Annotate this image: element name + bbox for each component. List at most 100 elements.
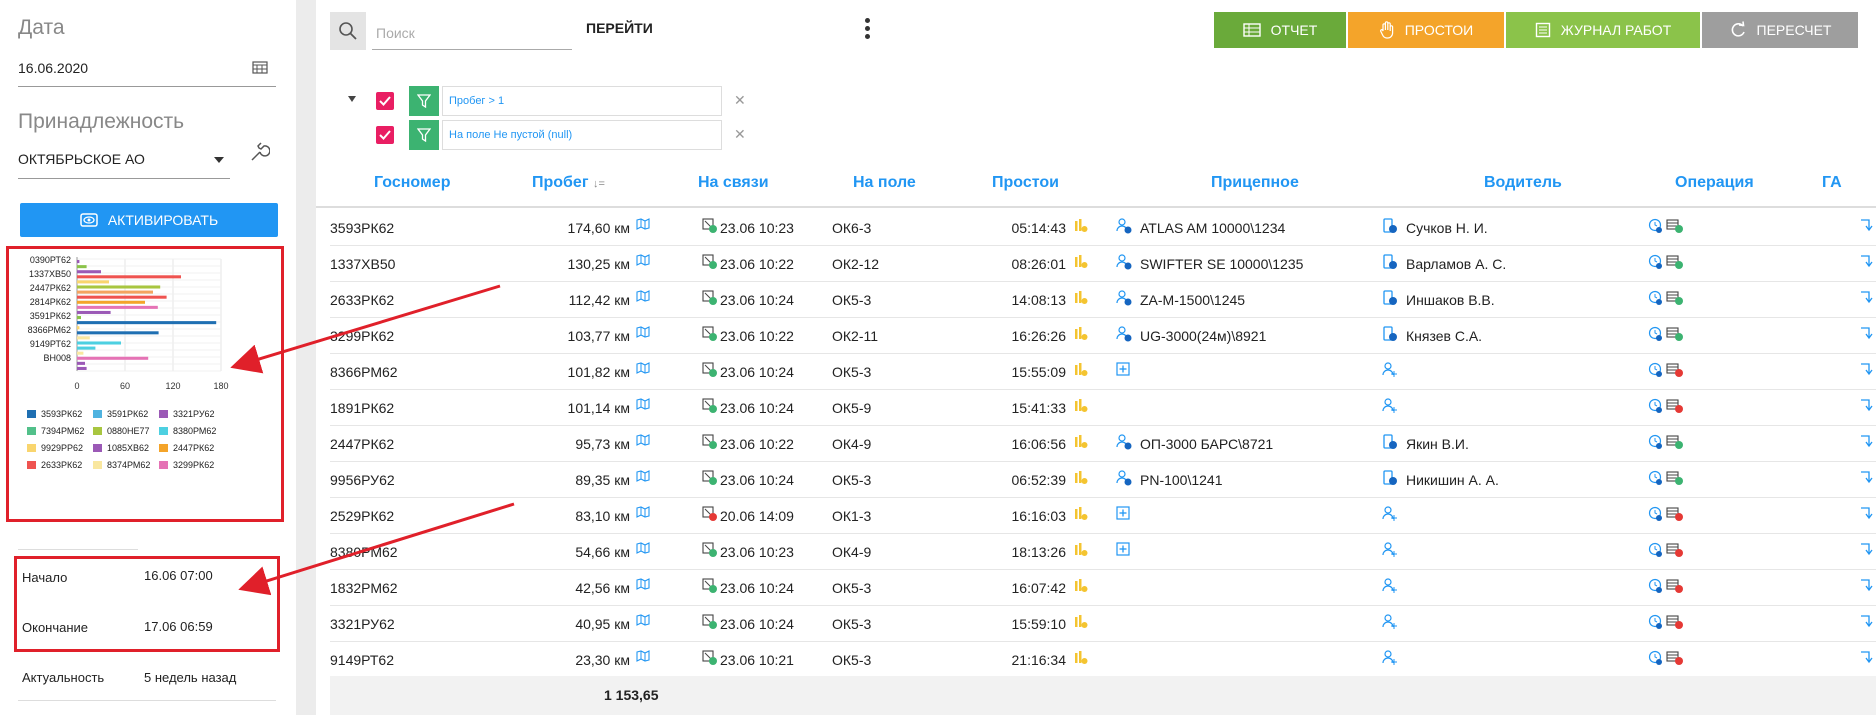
map-icon[interactable] xyxy=(636,254,650,266)
chart-legend-swatch[interactable] xyxy=(27,444,36,452)
trailer-user-icon[interactable] xyxy=(1116,254,1132,270)
plate-cell[interactable]: 3593РК62 xyxy=(330,220,394,236)
filter-expression-1[interactable]: Пробег > 1 xyxy=(442,86,722,116)
operation-status-icon[interactable] xyxy=(1666,506,1684,522)
chart-bar[interactable] xyxy=(77,361,85,365)
operation-status-icon[interactable] xyxy=(1666,398,1684,414)
ga-arrow-icon[interactable] xyxy=(1860,398,1874,412)
col-mileage[interactable]: Пробег ↓= xyxy=(532,174,605,192)
chart-legend-swatch[interactable] xyxy=(93,410,102,418)
add-trailer-icon[interactable] xyxy=(1116,362,1130,376)
table-row[interactable]: 3593РК62 174,60 км 23.06 10:23 ОК6-3 05:14:4… xyxy=(330,210,1876,246)
col-operation[interactable]: Операция xyxy=(1675,174,1754,192)
owner-select[interactable]: ОКТЯБРЬСКОЕ АО xyxy=(18,151,145,167)
col-trailer[interactable]: Прицепное xyxy=(1211,174,1299,192)
map-icon[interactable] xyxy=(636,398,650,410)
trailer-user-icon[interactable] xyxy=(1116,470,1132,486)
plate-cell[interactable]: 2447РК62 xyxy=(330,436,394,452)
map-icon[interactable] xyxy=(636,542,650,554)
col-ga[interactable]: ГА xyxy=(1822,174,1842,192)
table-row[interactable]: 2529РК62 83,10 км 20.06 14:09 ОК1-3 16:16:03 xyxy=(330,498,1876,534)
chart-bar[interactable] xyxy=(77,326,80,330)
idle-chart-icon[interactable] xyxy=(1074,470,1088,486)
recalc-button[interactable]: ПЕРЕСЧЕТ xyxy=(1702,12,1858,48)
table-row[interactable]: 1832РМ62 42,56 км 23.06 10:24 ОК5-3 16:07:42 xyxy=(330,570,1876,606)
chart-bar[interactable] xyxy=(77,331,159,335)
chart-bar[interactable] xyxy=(77,321,217,325)
chart-legend-label[interactable]: 2447РК62 xyxy=(173,443,214,453)
operation-status-icon[interactable] xyxy=(1666,470,1684,486)
col-plate[interactable]: Госномер xyxy=(374,174,450,192)
table-row[interactable]: 8366РМ62 101,82 км 23.06 10:24 ОК5-3 15:55:0… xyxy=(330,354,1876,390)
chart-legend-label[interactable]: 8374РМ62 xyxy=(107,460,150,470)
ga-arrow-icon[interactable] xyxy=(1860,506,1874,520)
operation-history-icon[interactable] xyxy=(1648,254,1664,270)
table-row[interactable]: 3299РК62 103,77 км 23.06 10:22 ОК2-11 16:26:… xyxy=(330,318,1876,354)
driver-phone-icon[interactable] xyxy=(1382,326,1398,342)
map-icon[interactable] xyxy=(636,362,650,374)
driver-phone-icon[interactable] xyxy=(1382,290,1398,306)
operation-history-icon[interactable] xyxy=(1648,362,1664,378)
chart-bar[interactable] xyxy=(77,336,90,340)
chart-legend-label[interactable]: 1085ХВ62 xyxy=(107,443,149,453)
operation-history-icon[interactable] xyxy=(1648,290,1664,306)
add-driver-icon[interactable] xyxy=(1382,398,1398,414)
plate-cell[interactable]: 2529РК62 xyxy=(330,508,394,524)
col-field[interactable]: На поле xyxy=(853,174,916,192)
idle-chart-icon[interactable] xyxy=(1074,506,1088,522)
chart-bar[interactable] xyxy=(77,275,181,279)
chart-legend-swatch[interactable] xyxy=(159,461,168,469)
close-icon[interactable]: ✕ xyxy=(734,92,746,109)
operation-status-icon[interactable] xyxy=(1666,650,1684,666)
chart-bar[interactable] xyxy=(77,270,101,274)
operation-history-icon[interactable] xyxy=(1648,218,1664,234)
operation-history-icon[interactable] xyxy=(1648,434,1664,450)
add-driver-icon[interactable] xyxy=(1382,614,1398,630)
add-driver-icon[interactable] xyxy=(1382,362,1398,378)
operation-history-icon[interactable] xyxy=(1648,326,1664,342)
chart-legend-swatch[interactable] xyxy=(159,427,168,435)
map-icon[interactable] xyxy=(636,650,650,662)
trailer-user-icon[interactable] xyxy=(1116,434,1132,450)
chart-bar[interactable] xyxy=(77,305,158,309)
chart-bar[interactable] xyxy=(77,310,111,314)
table-row[interactable]: 2447РК62 95,73 км 23.06 10:22 ОК4-9 16:06:56… xyxy=(330,426,1876,462)
chart-bar[interactable] xyxy=(77,280,109,284)
activate-button[interactable]: АКТИВИРОВАТЬ xyxy=(20,203,278,237)
col-online[interactable]: На связи xyxy=(698,174,769,192)
chart-legend-swatch[interactable] xyxy=(159,410,168,418)
chevron-down-icon[interactable] xyxy=(214,157,224,163)
ga-arrow-icon[interactable] xyxy=(1860,326,1874,340)
collapse-filters-icon[interactable] xyxy=(348,96,356,102)
add-trailer-icon[interactable] xyxy=(1116,542,1130,556)
idle-chart-icon[interactable] xyxy=(1074,434,1088,450)
plate-cell[interactable]: 9149РТ62 xyxy=(330,652,394,668)
chart-bar[interactable] xyxy=(77,316,81,320)
ga-arrow-icon[interactable] xyxy=(1860,650,1874,664)
chart-legend-label[interactable]: 3299РК62 xyxy=(173,460,214,470)
add-driver-icon[interactable] xyxy=(1382,542,1398,558)
operation-status-icon[interactable] xyxy=(1666,326,1684,342)
filter-checkbox-2[interactable] xyxy=(376,126,394,144)
table-row[interactable]: 1891РК62 101,14 км 23.06 10:24 ОК5-9 15:41:3… xyxy=(330,390,1876,426)
map-icon[interactable] xyxy=(636,218,650,230)
chart-bar[interactable] xyxy=(77,366,87,370)
plate-cell[interactable]: 9956РУ62 xyxy=(330,472,395,488)
operation-history-icon[interactable] xyxy=(1648,650,1664,666)
plate-cell[interactable]: 1337ХВ50 xyxy=(330,256,395,272)
idle-chart-icon[interactable] xyxy=(1074,398,1088,414)
ga-arrow-icon[interactable] xyxy=(1860,362,1874,376)
add-driver-icon[interactable] xyxy=(1382,578,1398,594)
chart-bar[interactable] xyxy=(77,351,84,355)
idle-chart-icon[interactable] xyxy=(1074,578,1088,594)
trailer-user-icon[interactable] xyxy=(1116,326,1132,342)
chart-legend-swatch[interactable] xyxy=(27,461,36,469)
ga-arrow-icon[interactable] xyxy=(1860,290,1874,304)
operation-status-icon[interactable] xyxy=(1666,218,1684,234)
operation-status-icon[interactable] xyxy=(1666,542,1684,558)
chart-bar[interactable] xyxy=(77,285,161,289)
filter-checkbox-1[interactable] xyxy=(376,92,394,110)
date-value[interactable]: 16.06.2020 xyxy=(18,60,88,76)
chart-legend-swatch[interactable] xyxy=(93,444,102,452)
filter-expression-2[interactable]: На поле Не пустой (null) xyxy=(442,120,722,150)
